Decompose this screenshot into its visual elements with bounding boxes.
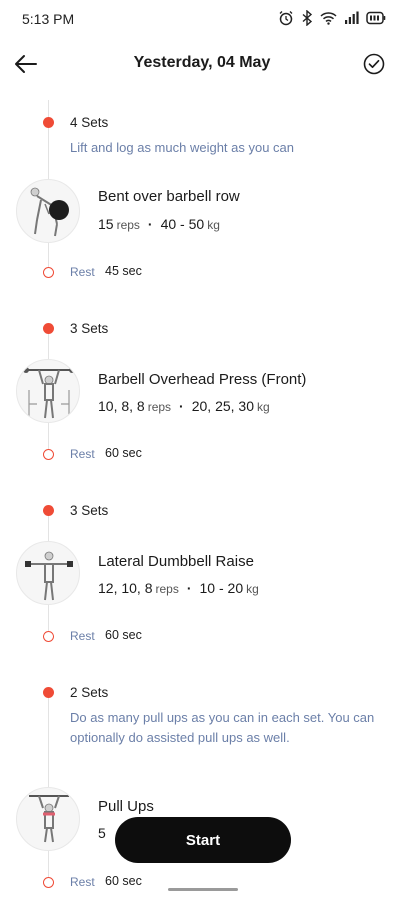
home-indicator[interactable] [168,888,238,891]
rest-marker [43,631,54,642]
exercise-detail: 15 reps · 40 - 50 kg [98,216,220,232]
exercise-name[interactable]: Pull Ups [98,798,154,815]
alarm-icon [279,11,293,26]
reps-value: 12, 10, 8 [98,580,153,596]
rest-label: Rest [70,447,95,461]
lateral-raise-figure-icon [25,551,73,601]
sets-marker [43,117,54,128]
status-bar: 5:13 PM [0,0,404,40]
overhead-press-figure-icon [23,367,75,419]
weight-value: 40 - 50 [160,216,205,232]
rest-value: 60 sec [105,874,142,888]
bluetooth-icon [302,10,313,26]
weight-value: 10 - 20 [199,580,244,596]
exercise-thumbnail[interactable] [16,541,80,605]
reps-value: 10, 8, 8 [98,398,145,414]
separator-dot: · [147,216,153,232]
done-button[interactable] [360,50,388,78]
sets-marker [43,687,54,698]
rest-label: Rest [70,875,95,889]
weight-unit: kg [257,400,270,414]
weight-value: 20, 25, 30 [191,398,254,414]
exercise-name[interactable]: Bent over barbell row [98,188,240,205]
battery-icon [366,11,386,25]
separator-dot: · [186,580,192,596]
sets-marker [43,505,54,516]
workout-timeline: 4 Sets Lift and log as much weight as yo… [0,100,404,900]
rest-label: Rest [70,265,95,279]
exercise-detail: 5 [98,825,106,841]
rest-value: 45 sec [105,264,142,278]
exercise-detail: 10, 8, 8 reps · 20, 25, 30 kg [98,398,270,414]
reps-unit: reps [147,400,172,414]
exercise-detail: 12, 10, 8 reps · 10 - 20 kg [98,580,259,596]
exercise-name[interactable]: Barbell Overhead Press (Front) [98,371,306,388]
sets-label: 2 Sets [70,685,109,700]
weight-unit: kg [246,582,259,596]
exercise-name[interactable]: Lateral Dumbbell Raise [98,553,254,570]
reps-value: 15 [98,216,114,232]
wifi-icon [320,12,337,25]
rest-value: 60 sec [105,628,142,642]
weight-unit: kg [207,218,220,232]
sets-label: 3 Sets [70,503,109,518]
exercise-thumbnail[interactable] [16,359,80,423]
rest-value: 60 sec [105,446,142,460]
separator-dot: · [179,398,184,414]
reps-value: 5 [98,825,106,841]
start-button[interactable]: Start [115,817,291,863]
sets-label: 4 Sets [70,115,109,130]
exercise-note: Lift and log as much weight as you can [70,140,295,155]
status-icons [278,10,386,26]
status-time: 5:13 PM [22,11,75,27]
pull-up-figure-icon [29,795,69,843]
exercise-thumbnail[interactable] [16,179,80,243]
rest-label: Rest [70,629,95,643]
sets-label: 3 Sets [70,321,109,336]
app-bar: Yesterday, 04 May [0,44,404,84]
signal-icon [345,11,359,24]
exercise-note: Do as many pull ups as you can in each s… [70,710,375,745]
rest-marker [43,449,54,460]
check-circle-icon [363,53,385,75]
reps-unit: reps [116,218,140,232]
reps-unit: reps [155,582,179,596]
page-title: Yesterday, 04 May [133,54,271,71]
rest-marker [43,267,54,278]
barbell-row-figure-icon [30,187,69,237]
sets-marker [43,323,54,334]
exercise-thumbnail[interactable] [16,787,80,851]
rest-marker [43,877,54,888]
